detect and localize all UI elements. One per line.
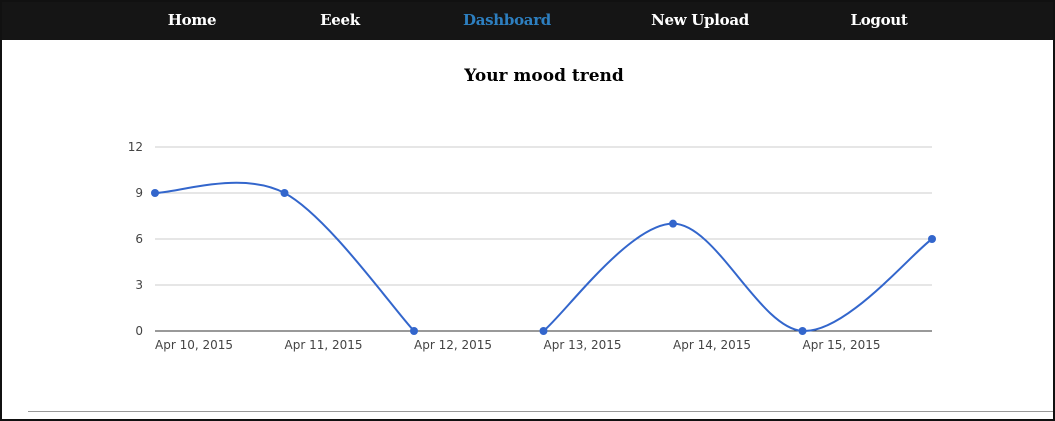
app-frame: Home Eeek Dashboard New Upload Logout Yo… (0, 0, 1055, 421)
y-tick-label: 0 (135, 324, 143, 338)
x-tick-label: Apr 10, 2015 (155, 338, 233, 352)
data-point (928, 235, 936, 243)
y-tick-label: 3 (135, 278, 143, 292)
series-line-2 (542, 222, 933, 333)
x-tick-label: Apr 11, 2015 (285, 338, 363, 352)
x-tick-label: Apr 13, 2015 (544, 338, 622, 352)
data-point (280, 189, 289, 197)
data-point (669, 219, 677, 228)
data-point (151, 189, 159, 197)
y-tick-label: 9 (135, 186, 143, 200)
footer-divider (28, 411, 1053, 412)
y-tick-label: 12 (128, 140, 143, 154)
x-tick-label: Apr 15, 2015 (803, 338, 881, 352)
data-point (410, 327, 418, 335)
series-line-1 (154, 181, 415, 332)
mood-trend-chart: 0 3 6 9 12 Apr 10, 2015 Apr 11, 2015 Apr 12, 20… (128, 140, 936, 352)
data-point (539, 327, 548, 335)
data-point (798, 327, 807, 335)
y-tick-label: 6 (135, 232, 143, 246)
x-tick-label: Apr 12, 2015 (414, 338, 492, 352)
x-tick-label: Apr 14, 2015 (673, 338, 751, 352)
